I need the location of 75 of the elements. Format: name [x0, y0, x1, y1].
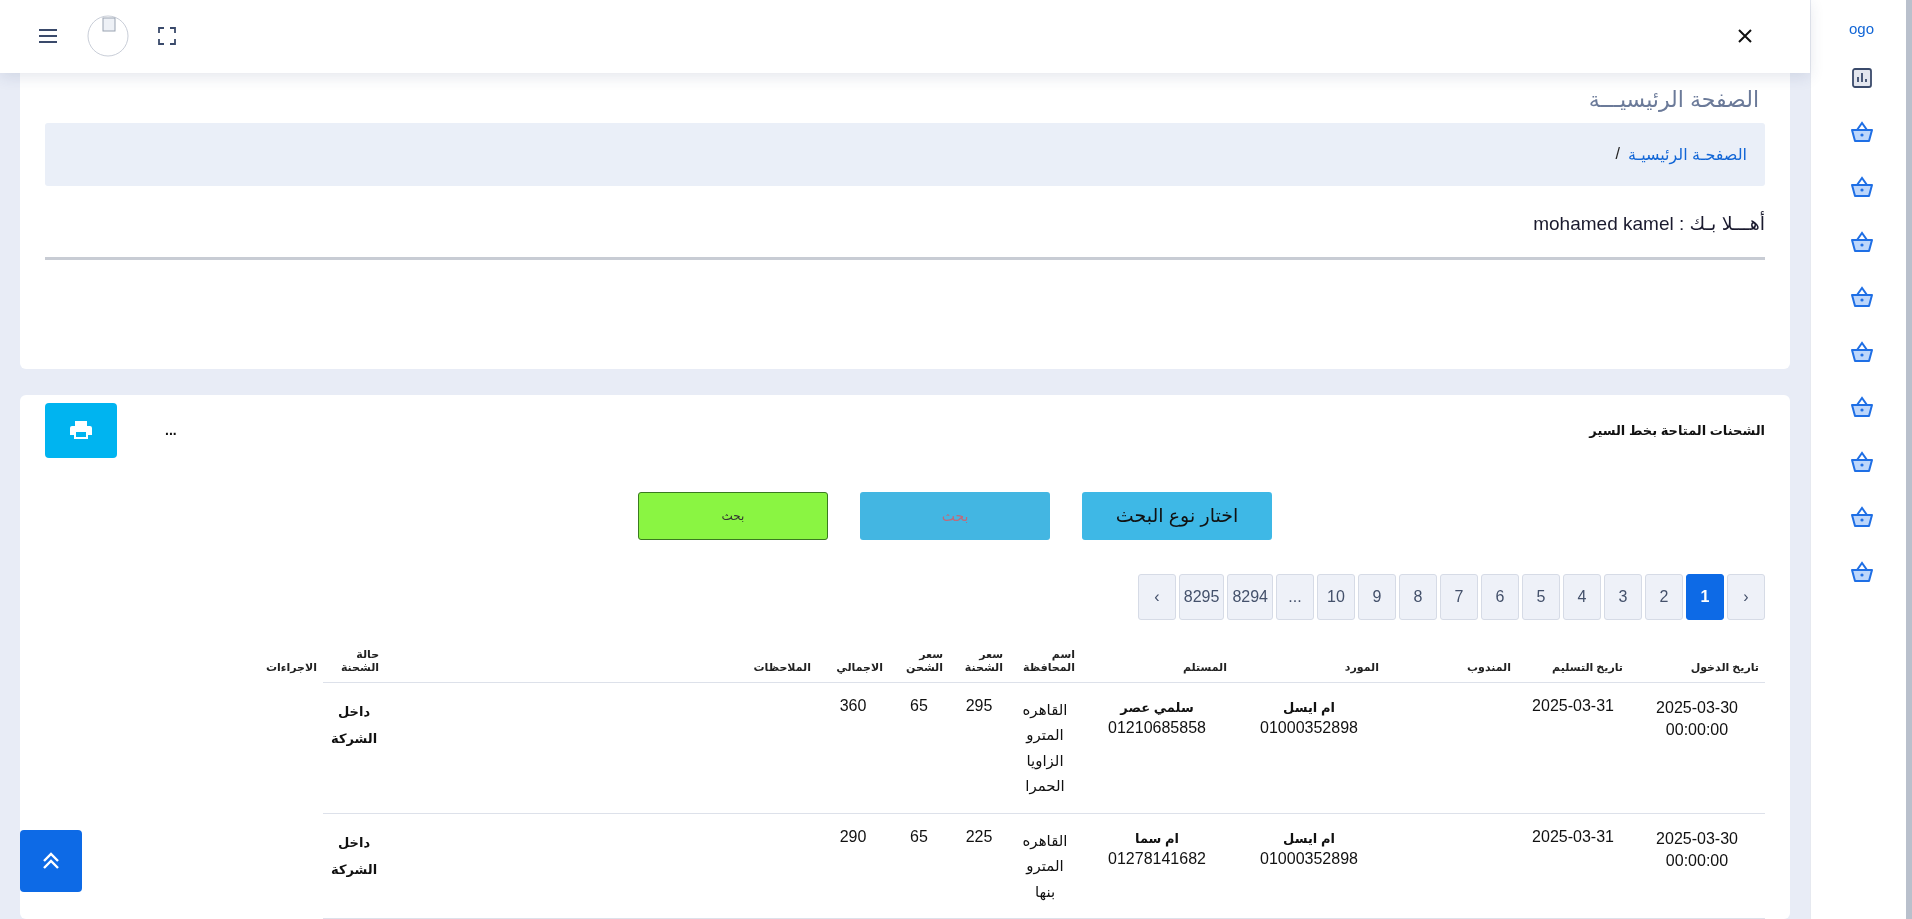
basket-icon[interactable] [1849, 176, 1874, 198]
close-icon[interactable] [1738, 29, 1752, 44]
column-header: اسم المحافظة [1022, 647, 1075, 674]
page-button[interactable]: › [1137, 573, 1176, 620]
table-cell: 290 [839, 827, 867, 845]
column-header: حالة الشحنة [339, 647, 380, 674]
column-header: سعر الشحن [905, 647, 943, 674]
table-cell: 65 [910, 827, 928, 845]
basket-icon[interactable] [1849, 286, 1874, 308]
page-button[interactable]: 1 [1686, 573, 1724, 620]
logo-text: ogo [1849, 20, 1874, 37]
supplier-name: ام ايسل [1282, 829, 1336, 849]
breadcrumb-separator: / [1615, 145, 1620, 163]
column-header: المستلم [1182, 660, 1227, 674]
table-cell: 2025-03-30 00:00:00 [1656, 698, 1738, 738]
recipient-name: ام سما [1134, 829, 1180, 849]
printer-icon [70, 420, 92, 440]
table-cell: 2025-03-31 [1532, 696, 1614, 714]
column-header: الملاحظات [753, 660, 811, 674]
basket-icon[interactable] [1849, 396, 1874, 418]
column-header: تاريخ التسليم [1552, 660, 1623, 674]
column-header: سعر الشحنة [963, 647, 1003, 674]
more-menu[interactable]: ... [165, 422, 177, 438]
page-button[interactable]: 8 [1399, 573, 1437, 620]
page-button[interactable]: 8294 [1227, 573, 1273, 620]
search-button[interactable]: اختار نوع البحث [1082, 491, 1272, 540]
page-button[interactable]: 6 [1481, 573, 1519, 620]
bar-chart-icon[interactable] [1851, 68, 1872, 88]
table-cell: 2025-03-30 00:00:00 [1656, 829, 1738, 869]
table-cell-text: 01000352898 [1259, 849, 1359, 868]
search-button[interactable]: بحث [638, 491, 828, 540]
column-header: تاريخ الدخول [1690, 660, 1759, 674]
table-cell-text: 01210685858 [1107, 718, 1207, 737]
double-chevron-up-icon [41, 852, 61, 870]
table-cell-text: 01000352898 [1259, 718, 1359, 737]
breadcrumb-link[interactable]: الصفحـة الرئيسيـة [1627, 144, 1747, 164]
welcome-text: أهـــلا بـك : mohamed kamel [1532, 211, 1765, 235]
page-button[interactable]: 7 [1440, 573, 1478, 620]
column-header: الاجراءات [266, 661, 317, 674]
page-button[interactable]: 5 [1522, 573, 1560, 620]
page-button[interactable]: 4 [1563, 573, 1601, 620]
page-button[interactable]: 10 [1317, 573, 1355, 620]
page-button[interactable]: 2 [1645, 573, 1683, 620]
table-cell: 2025-03-31 [1532, 827, 1614, 845]
scroll-top-button[interactable] [20, 830, 82, 892]
status-text: داخل الشركة [331, 834, 378, 877]
table-cell: 225 [965, 827, 993, 845]
basket-icon[interactable] [1849, 231, 1874, 253]
column-header: المندوب [1467, 660, 1511, 674]
print-button[interactable] [45, 402, 117, 458]
page-button[interactable]: 9 [1358, 573, 1396, 620]
page-title: الصفحة الرئيسيـــة [1587, 86, 1760, 113]
page-button[interactable]: 8295 [1178, 573, 1225, 620]
column-header: المورد [1344, 660, 1379, 674]
basket-icon[interactable] [1849, 561, 1874, 583]
basket-icon[interactable] [1849, 506, 1874, 528]
basket-icon[interactable] [1849, 341, 1874, 363]
basket-icon[interactable] [1849, 451, 1874, 473]
table-cell: 295 [965, 696, 993, 714]
section-title: الشحنات المتاحة بخط السير [1589, 422, 1765, 438]
column-header: الاجمالي [836, 660, 883, 674]
table-cell-text: 01278141682 [1107, 849, 1207, 868]
page-button[interactable]: ‹ [1727, 573, 1765, 620]
recipient-name: سلمي عصر [1118, 698, 1195, 717]
page-button[interactable]: 3 [1604, 573, 1642, 620]
table-cell: 65 [910, 696, 928, 714]
menu-icon[interactable] [38, 29, 58, 44]
table-cell: 360 [839, 696, 867, 714]
supplier-name: ام ايسل [1282, 698, 1336, 718]
fullscreen-icon[interactable] [158, 27, 176, 46]
table-cell: القاهره المترو بنها [1022, 831, 1068, 900]
table-cell: القاهره المترو الزاويا الحمرا [1022, 700, 1068, 794]
status-text: داخل الشركة [331, 703, 378, 746]
page-button[interactable]: ... [1276, 573, 1314, 620]
basket-icon[interactable] [1849, 121, 1874, 143]
